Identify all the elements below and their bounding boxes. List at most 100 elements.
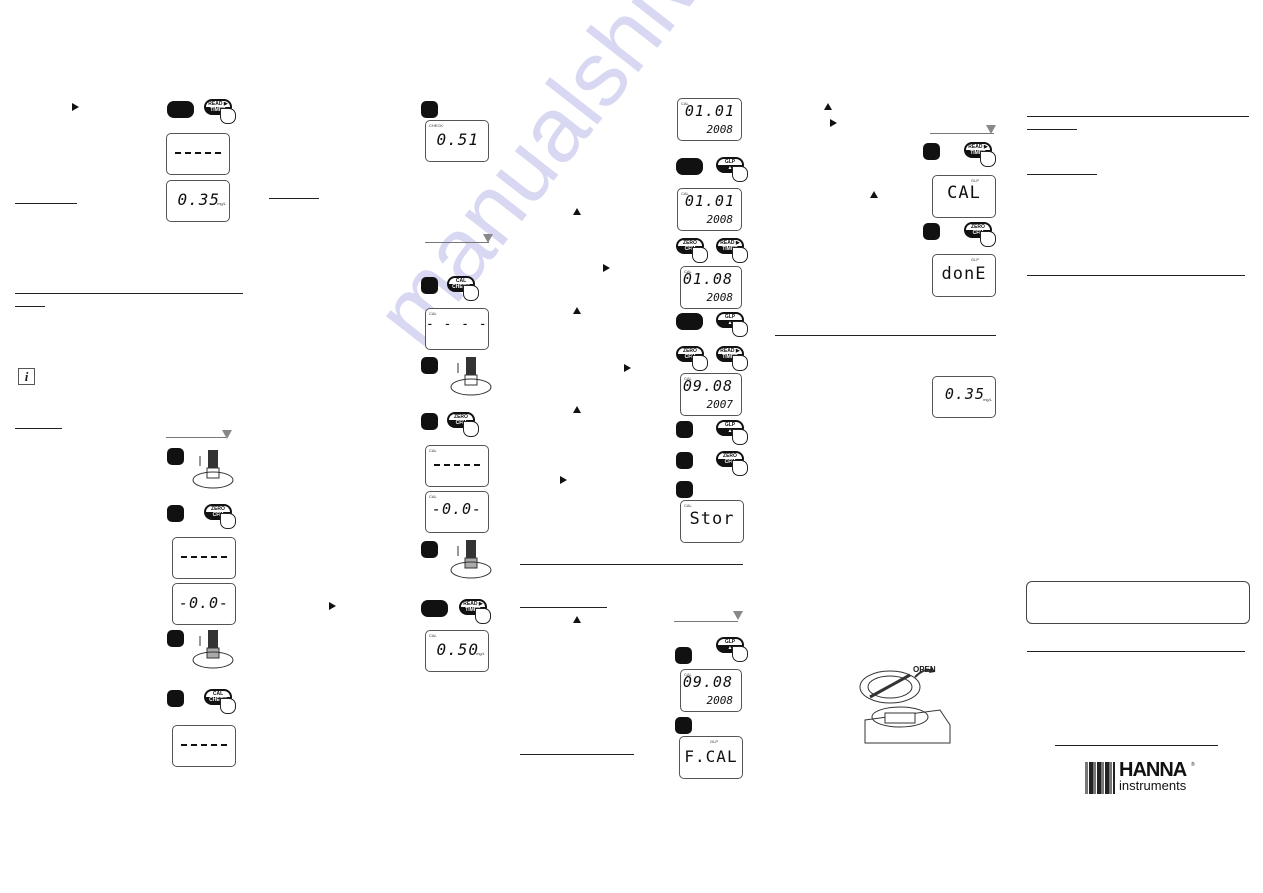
step-badge bbox=[167, 101, 194, 118]
notice-box bbox=[1026, 581, 1250, 624]
lcd-display-blinking bbox=[172, 725, 236, 767]
lcd-display-result: 0.35 mg/L bbox=[166, 180, 230, 222]
section-underline bbox=[1027, 174, 1097, 175]
right-arrow-icon bbox=[72, 103, 79, 111]
down-arrow-icon bbox=[733, 611, 743, 620]
right-arrow-icon bbox=[830, 119, 837, 127]
pointing-hand-icon bbox=[732, 247, 748, 263]
step-badge bbox=[167, 630, 184, 647]
step-badge bbox=[421, 413, 438, 430]
right-arrow-icon bbox=[603, 264, 610, 272]
lcd-display-blinking: CAL bbox=[425, 445, 489, 487]
lcd-display-date: CAL 01.08 2008 bbox=[680, 266, 742, 309]
section-underline bbox=[520, 607, 607, 608]
section-divider bbox=[520, 564, 743, 565]
pointing-hand-icon bbox=[692, 355, 708, 371]
pointing-hand-icon bbox=[732, 166, 748, 182]
hanna-instruments-logo: HANNA ® instruments bbox=[1085, 759, 1195, 794]
up-arrow-icon bbox=[573, 307, 581, 314]
lcd-display-date: CAL 09.08 2007 bbox=[680, 373, 742, 416]
pointing-hand-icon bbox=[732, 646, 748, 662]
section-divider bbox=[1027, 275, 1245, 276]
lcd-display-result: CAL 0.50 mg/L bbox=[425, 630, 489, 672]
pointing-hand-icon bbox=[692, 247, 708, 263]
pointing-hand-icon bbox=[732, 355, 748, 371]
pointing-hand-icon bbox=[732, 321, 748, 337]
lcd-display-stor: CAL Stor bbox=[680, 500, 744, 543]
up-arrow-icon bbox=[573, 406, 581, 413]
lcd-display-blinking bbox=[172, 537, 236, 579]
pointing-hand-icon bbox=[220, 513, 236, 529]
meter-cap-open-illustration bbox=[859, 667, 951, 744]
step-badge bbox=[167, 448, 184, 465]
logo-mark bbox=[1085, 762, 1115, 794]
step-badge bbox=[675, 647, 692, 664]
sub-divider bbox=[166, 437, 226, 438]
step-badge bbox=[421, 357, 438, 374]
step-badge bbox=[421, 541, 438, 558]
cuvette-insert-icon bbox=[192, 450, 234, 489]
section-divider bbox=[15, 293, 243, 294]
pointing-hand-icon bbox=[980, 151, 996, 167]
footer-divider bbox=[1055, 745, 1218, 746]
step-badge bbox=[923, 143, 940, 160]
pointing-hand-icon bbox=[475, 608, 491, 624]
cuvette-insert-icon bbox=[450, 540, 492, 579]
up-arrow-icon bbox=[870, 191, 878, 198]
sub-divider bbox=[930, 133, 994, 134]
up-arrow-icon bbox=[573, 616, 581, 623]
lcd-display-reading: 0.35 mg/L bbox=[932, 376, 996, 418]
lcd-display-blinking bbox=[166, 133, 230, 175]
lcd-display-date: CAL 09.08 2008 bbox=[680, 669, 742, 712]
info-icon: i bbox=[18, 368, 35, 385]
lcd-display-zero: CAL -0.0- bbox=[425, 491, 489, 533]
right-arrow-icon bbox=[560, 476, 567, 484]
down-arrow-icon bbox=[986, 125, 996, 134]
pointing-hand-icon bbox=[732, 429, 748, 445]
step-badge bbox=[676, 158, 703, 175]
logo-sub: instruments bbox=[1119, 778, 1187, 793]
open-label: OPEN bbox=[913, 665, 936, 674]
logo-registered: ® bbox=[1191, 762, 1195, 768]
lcd-display-date: CAL 01.01 2008 bbox=[677, 98, 742, 141]
lcd-display-cal: CAL - - - - bbox=[425, 308, 489, 350]
pointing-hand-icon bbox=[220, 698, 236, 714]
section-underline bbox=[1027, 129, 1077, 130]
lcd-display-cal: GLP CAL bbox=[932, 175, 996, 218]
step-badge bbox=[923, 223, 940, 240]
lcd-display-date: CAL 01.01 2008 bbox=[677, 188, 742, 231]
pointing-hand-icon bbox=[980, 231, 996, 247]
lcd-display-fcal: GLP F.CAL bbox=[679, 736, 743, 779]
section-divider bbox=[1027, 651, 1245, 652]
lcd-display-done: GLP donE bbox=[932, 254, 996, 297]
pointing-hand-icon bbox=[463, 285, 479, 301]
step-badge bbox=[167, 505, 184, 522]
step-badge bbox=[676, 313, 703, 330]
sub-divider bbox=[674, 621, 738, 622]
step-badge bbox=[676, 421, 693, 438]
cuvette-insert-icon bbox=[192, 630, 234, 669]
section-divider bbox=[775, 335, 996, 336]
up-arrow-icon bbox=[573, 208, 581, 215]
section-underline bbox=[15, 428, 62, 429]
step-badge bbox=[167, 690, 184, 707]
right-arrow-icon bbox=[624, 364, 631, 372]
up-arrow-icon bbox=[824, 103, 832, 110]
lcd-display-check: CHECK 0.51 bbox=[425, 120, 489, 162]
step-badge bbox=[421, 600, 448, 617]
step-badge bbox=[421, 277, 438, 294]
pointing-hand-icon bbox=[220, 108, 236, 124]
section-underline bbox=[520, 754, 634, 755]
section-underline bbox=[15, 306, 45, 307]
down-arrow-icon bbox=[483, 234, 493, 243]
lcd-display-zero: -0.0- bbox=[172, 583, 236, 625]
section-underline bbox=[15, 203, 77, 204]
step-badge bbox=[676, 481, 693, 498]
step-badge bbox=[676, 452, 693, 469]
cuvette-insert-icon bbox=[450, 357, 492, 396]
section-divider bbox=[1027, 116, 1249, 117]
pointing-hand-icon bbox=[463, 421, 479, 437]
right-arrow-icon bbox=[329, 602, 336, 610]
pointing-hand-icon bbox=[732, 460, 748, 476]
down-arrow-icon bbox=[222, 430, 232, 439]
